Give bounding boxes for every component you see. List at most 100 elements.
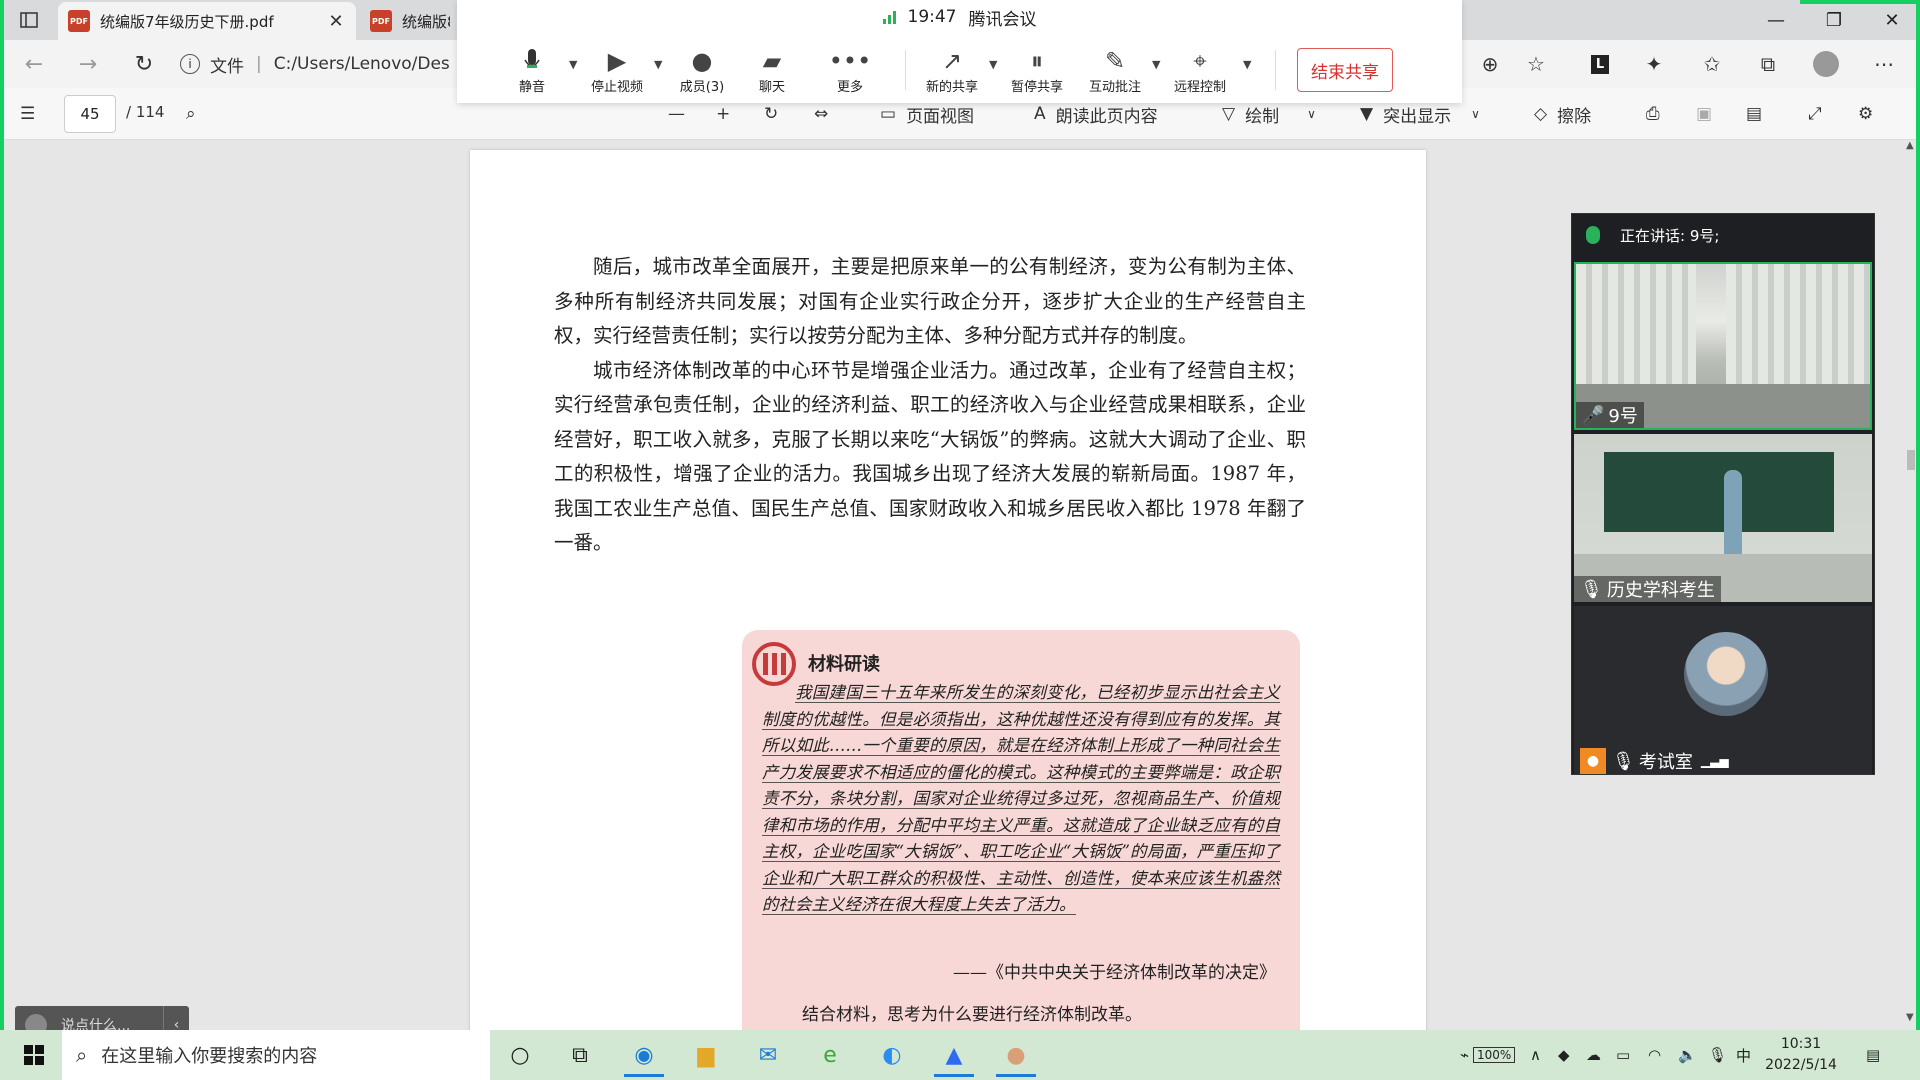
close-tab-icon[interactable]: ✕ bbox=[326, 11, 346, 32]
end-share-button[interactable]: 结束共享 bbox=[1297, 48, 1393, 92]
settings-gear-icon[interactable]: ⚙ bbox=[1858, 100, 1873, 128]
collections-icon[interactable]: ⧉ bbox=[1752, 48, 1784, 80]
zoom-in-icon[interactable]: ⊕ bbox=[1474, 48, 1506, 80]
add-favorite-icon[interactable]: ☆ bbox=[1520, 48, 1552, 80]
remote-control-button[interactable]: ⌖ 远程控制 bbox=[1165, 46, 1235, 95]
share-screen-icon: ↗ bbox=[941, 47, 963, 75]
forward-arrow-icon[interactable]: → bbox=[72, 48, 104, 80]
scrollbar-thumb[interactable] bbox=[1907, 450, 1915, 470]
more-menu-icon[interactable]: ⋯ bbox=[1868, 48, 1900, 80]
favorites-icon[interactable]: ✩ bbox=[1696, 48, 1728, 80]
search-icon[interactable]: ⌕ bbox=[186, 100, 196, 128]
taskbar-search-input[interactable]: ⌕ 在这里输入你要搜索的内容 bbox=[62, 1030, 490, 1080]
page-number-input[interactable]: 45 bbox=[64, 95, 116, 133]
video-tile-exam-room[interactable]: ● 🎙 考试室 ▁▃▅ bbox=[1574, 606, 1872, 774]
onedrive-cloud-icon[interactable]: ☁ bbox=[1586, 1030, 1601, 1080]
refresh-icon[interactable]: ↻ bbox=[128, 48, 160, 80]
chevron-down-icon[interactable]: ▼ bbox=[569, 58, 577, 71]
url-field[interactable]: i 文件 | C:/Users/Lenovo/Des bbox=[180, 46, 480, 82]
microphone-icon bbox=[524, 46, 540, 76]
app-avatar-icon[interactable]: ● bbox=[990, 1035, 1042, 1077]
material-reading-box: 材料研读 我国建国三十五年来所发生的深刻变化，已经初步显示出社会主义制度的优越性… bbox=[742, 630, 1300, 1060]
save-icon[interactable]: ▣ bbox=[1696, 100, 1712, 128]
edge-browser-icon[interactable]: ◉ bbox=[618, 1035, 670, 1077]
stop-video-button[interactable]: ▶ 停止视频 bbox=[582, 46, 652, 95]
draw-button[interactable]: ▽ 绘制 ∨ bbox=[1222, 100, 1316, 128]
annotate-button[interactable]: ✎ 互动批注 bbox=[1080, 46, 1150, 95]
pause-share-label: 暂停共享 bbox=[1010, 80, 1063, 95]
windows-start-icon[interactable] bbox=[10, 1030, 58, 1080]
pen-icon: ▽ bbox=[1222, 104, 1236, 124]
tab-pdf-grade7[interactable]: PDF 统编版7年级历史下册.pdf ✕ bbox=[58, 2, 356, 40]
read-aloud-button[interactable]: A 朗读此页内容 bbox=[1034, 100, 1158, 128]
chat-bubble-icon: ▰ bbox=[762, 47, 782, 75]
qq-icon[interactable]: ◆ bbox=[1558, 1030, 1570, 1080]
zoom-in-icon[interactable]: + bbox=[716, 100, 730, 128]
print-icon[interactable]: ⎙ bbox=[1646, 100, 1660, 128]
erase-button[interactable]: ◇ 擦除 bbox=[1534, 100, 1591, 128]
ime-indicator[interactable]: 中 bbox=[1736, 1030, 1751, 1080]
participant-9-name: 9号 bbox=[1608, 406, 1638, 427]
new-share-button[interactable]: ↗ 新的共享 bbox=[917, 46, 987, 95]
paragraph-enterprise-vitality: 城市经济体制改革的中心环节是增强企业活力。通过改革，企业有了经营自主权；实行经营… bbox=[554, 358, 1306, 555]
video-camera-icon: ▶ bbox=[607, 47, 627, 75]
pause-share-button[interactable]: ⏸ 暂停共享 bbox=[1002, 46, 1072, 95]
highlight-button[interactable]: ▼ 突出显示 ∨ bbox=[1360, 100, 1480, 128]
extension-l-icon[interactable]: L bbox=[1584, 48, 1616, 80]
scroll-up-icon[interactable]: ▲ bbox=[1906, 140, 1914, 151]
extensions-icon[interactable]: ✦ bbox=[1638, 48, 1670, 80]
fit-width-icon[interactable]: ⇔ bbox=[814, 100, 828, 128]
notifications-icon[interactable]: ▤ bbox=[1866, 1030, 1880, 1080]
chevron-down-icon[interactable]: ▼ bbox=[989, 58, 997, 71]
annotate-pen-icon: ✎ bbox=[1104, 47, 1126, 75]
save-as-icon[interactable]: ▤ bbox=[1746, 100, 1762, 128]
ie-browser-icon[interactable]: e bbox=[804, 1035, 856, 1075]
cortana-icon[interactable]: ○ bbox=[494, 1035, 546, 1075]
mute-button[interactable]: 静音 bbox=[497, 46, 567, 95]
clock-time: 10:31 bbox=[1780, 1036, 1822, 1052]
close-window-button[interactable]: ✕ bbox=[1864, 0, 1920, 40]
table-of-contents-icon[interactable]: ☰ bbox=[20, 100, 35, 128]
show-hidden-icons-chevron[interactable]: ∧ bbox=[1530, 1030, 1541, 1080]
mic-muted-icon: 🎙 bbox=[1580, 578, 1603, 600]
profile-avatar-icon[interactable] bbox=[1810, 48, 1842, 80]
back-arrow-icon[interactable]: ← bbox=[18, 48, 50, 80]
maximize-button[interactable]: ❐ bbox=[1806, 0, 1862, 40]
tencent-meeting-icon[interactable]: ▲ bbox=[928, 1035, 980, 1077]
file-explorer-icon[interactable]: ▆ bbox=[680, 1035, 732, 1075]
zoom-out-icon[interactable]: — bbox=[668, 100, 685, 128]
chevron-down-icon[interactable]: ▼ bbox=[654, 58, 662, 71]
chevron-down-icon[interactable]: ▼ bbox=[1243, 58, 1251, 71]
app-s-icon[interactable]: ◐ bbox=[866, 1035, 918, 1075]
wifi-icon[interactable]: ◠ bbox=[1648, 1030, 1661, 1080]
mail-icon[interactable]: ✉ bbox=[742, 1035, 794, 1075]
tab-actions-icon[interactable] bbox=[14, 8, 44, 32]
volume-icon[interactable]: 🔈 bbox=[1678, 1030, 1697, 1080]
more-button[interactable]: ••• 更多 bbox=[815, 46, 885, 95]
page-view-button[interactable]: ▭ 页面视图 bbox=[880, 100, 974, 128]
tab-title: 统编版8 bbox=[402, 12, 450, 31]
video-tile-9[interactable]: 🎤 9号 bbox=[1574, 262, 1872, 430]
task-view-icon[interactable]: ⧉ bbox=[554, 1035, 606, 1075]
scroll-down-icon[interactable]: ▼ bbox=[1906, 1012, 1914, 1023]
chat-button[interactable]: ▰ 聊天 bbox=[737, 46, 807, 95]
material-text: 我国建国三十五年来所发生的深刻变化，已经初步显示出社会主义制度的优越性。但是必须… bbox=[762, 680, 1280, 919]
tab-pdf-grade8[interactable]: PDF 统编版8 bbox=[360, 2, 460, 40]
info-icon[interactable]: i bbox=[180, 54, 200, 74]
page-total: / 114 bbox=[126, 103, 165, 121]
minimize-button[interactable]: — bbox=[1748, 0, 1804, 40]
system-clock[interactable]: 10:31 2022/5/14 bbox=[1758, 1034, 1844, 1076]
battery-icon[interactable]: ▭ bbox=[1616, 1030, 1630, 1080]
toolbar-divider bbox=[905, 50, 906, 90]
video-tile-candidate[interactable]: 🎙 历史学科考生 bbox=[1574, 434, 1872, 602]
rotate-icon[interactable]: ↻ bbox=[764, 100, 778, 128]
microphone-tray-icon[interactable]: 🎙 bbox=[1708, 1030, 1727, 1080]
read-aloud-label: 朗读此页内容 bbox=[1055, 106, 1158, 127]
chevron-down-icon[interactable]: ∨ bbox=[1471, 107, 1480, 121]
fullscreen-icon[interactable]: ⤢ bbox=[1808, 100, 1822, 128]
chevron-down-icon[interactable]: ∨ bbox=[1307, 107, 1316, 121]
meeting-app-name: 腾讯会议 bbox=[968, 9, 1037, 30]
battery-indicator[interactable]: ⌁ 100% bbox=[1460, 1030, 1516, 1080]
members-button[interactable]: ● 成员(3) bbox=[667, 46, 737, 95]
chevron-down-icon[interactable]: ▼ bbox=[1152, 58, 1160, 71]
